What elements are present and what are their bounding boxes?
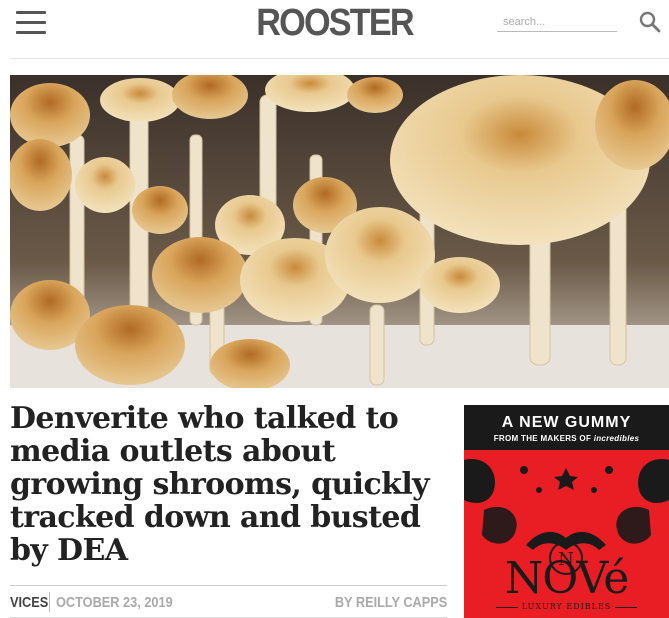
ad-subtitle-prefix: FROM THE MAKERS OF <box>493 434 592 443</box>
header-divider <box>10 58 669 59</box>
article-date: OCTOBER 23, 2019 <box>56 594 173 611</box>
ad-subtitle: FROM THE MAKERS OF incredibles <box>464 434 669 443</box>
meta-separator <box>49 592 50 612</box>
ad-title: A NEW GUMMY <box>501 414 632 431</box>
mushroom-photo-icon <box>10 75 669 388</box>
ad-brand-name: NOVé <box>504 553 630 604</box>
site-header: ROOSTER <box>0 0 669 56</box>
meta-divider <box>10 585 447 586</box>
article-author-link[interactable]: BY REILLY CAPPS <box>335 594 447 611</box>
search-input[interactable] <box>497 12 617 32</box>
article-headline[interactable]: Denverite who talked to media outlets ab… <box>10 402 455 567</box>
ad-tagline-text: LUXURY EDIBLES <box>521 602 612 611</box>
ad-subtitle-brand: incredibles <box>593 434 640 443</box>
search-icon[interactable] <box>638 10 662 34</box>
hero-image[interactable] <box>10 75 669 388</box>
ad-tagline: LUXURY EDIBLES <box>464 602 669 611</box>
article-category-link[interactable]: VICES <box>10 594 48 611</box>
ad-banner[interactable]: A NEW GUMMY FROM THE MAKERS OF incredibl… <box>464 405 669 618</box>
